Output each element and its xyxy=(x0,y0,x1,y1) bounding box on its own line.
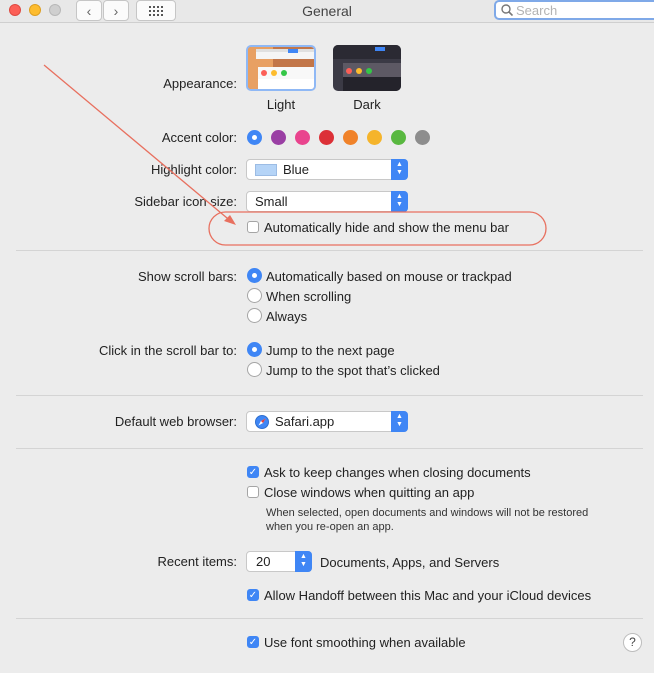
jump-to-spot-radio[interactable] xyxy=(247,362,262,377)
popup-arrows-icon: ▲ ▼ xyxy=(391,411,408,432)
scroll-always-label: Always xyxy=(266,309,308,324)
help-button[interactable]: ? xyxy=(623,633,642,652)
scroll-when-scrolling-radio[interactable] xyxy=(247,288,262,303)
ask-keep-changes-label: Ask to keep changes when closing documen… xyxy=(264,465,531,480)
default-browser-popup[interactable]: Safari.app ▲ ▼ xyxy=(246,411,408,432)
recent-items-value: 20 xyxy=(256,554,271,569)
font-smoothing-checkbox[interactable]: ✓ xyxy=(247,636,259,648)
show-scroll-bars-label: Show scroll bars: xyxy=(138,269,237,284)
separator xyxy=(16,250,643,251)
default-browser-value: Safari.app xyxy=(275,414,335,429)
separator xyxy=(16,618,643,619)
font-smoothing-label: Use font smoothing when available xyxy=(264,635,466,650)
separator xyxy=(16,395,643,396)
checkmark-icon: ✓ xyxy=(248,590,258,601)
separator xyxy=(16,448,643,449)
recent-items-suffix: Documents, Apps, and Servers xyxy=(320,555,500,570)
close-windows-note-line1: When selected, open documents and window… xyxy=(266,507,589,519)
handoff-label: Allow Handoff between this Mac and your … xyxy=(264,588,592,603)
close-windows-label: Close windows when quitting an app xyxy=(264,485,475,500)
checkmark-icon: ✓ xyxy=(248,467,258,478)
safari-compass-icon xyxy=(255,415,269,429)
scroll-always-radio[interactable] xyxy=(247,308,262,323)
close-windows-note-line2: when you re-open an app. xyxy=(266,521,394,533)
checkmark-icon: ✓ xyxy=(248,637,258,648)
scroll-auto-label: Automatically based on mouse or trackpad xyxy=(266,269,512,284)
ask-keep-changes-checkbox[interactable]: ✓ xyxy=(247,466,259,478)
default-browser-label: Default web browser: xyxy=(114,414,237,429)
recent-items-label: Recent items: xyxy=(157,554,237,569)
scroll-when-scrolling-label: When scrolling xyxy=(266,289,352,304)
close-windows-checkbox[interactable] xyxy=(247,486,259,498)
recent-items-popup[interactable]: 20 ▲ ▼ xyxy=(246,551,312,572)
handoff-checkbox[interactable]: ✓ xyxy=(247,589,259,601)
popup-arrows-icon: ▲ ▼ xyxy=(295,551,312,572)
scroll-auto-radio[interactable] xyxy=(247,268,262,283)
annotation-highlight-ellipse xyxy=(208,211,547,246)
annotation-arrow-icon xyxy=(43,64,234,224)
jump-to-spot-label: Jump to the spot that’s clicked xyxy=(266,363,440,378)
annotation-overlay xyxy=(43,64,547,246)
jump-next-page-label: Jump to the next page xyxy=(266,343,395,358)
jump-next-page-radio[interactable] xyxy=(247,342,262,357)
click-scroll-bar-label: Click in the scroll bar to: xyxy=(99,343,237,358)
